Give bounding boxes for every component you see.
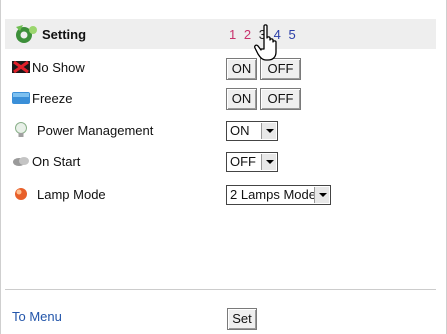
row-on-start: On Start — [12, 151, 432, 173]
row-no-show: No Show — [12, 57, 432, 79]
on-start-icon — [13, 157, 29, 166]
lamp-mode-value: 2 Lamps Mode — [230, 187, 316, 202]
gear-icon — [16, 25, 37, 43]
set-button[interactable]: Set — [227, 308, 257, 330]
freeze-label: Freeze — [32, 91, 73, 106]
row-power-management: Power Management — [12, 120, 432, 142]
page-link-1[interactable]: 1 — [229, 27, 236, 42]
settings-panel: Setting 1 2 3 4 5 No Show ON OFF Freeze … — [0, 0, 447, 334]
row-lamp-mode: Lamp Mode — [12, 184, 432, 206]
row-freeze: Freeze — [12, 88, 432, 110]
settings-header: Setting 1 2 3 4 5 — [5, 19, 436, 49]
on-start-select[interactable]: OFF — [226, 152, 278, 172]
no-show-label: No Show — [32, 60, 85, 75]
no-show-on-button[interactable]: ON — [226, 58, 257, 80]
hand-cursor-icon — [254, 24, 277, 61]
chevron-down-icon — [314, 187, 329, 203]
power-management-select[interactable]: ON — [226, 121, 278, 141]
page-link-5[interactable]: 5 — [288, 27, 295, 42]
lamp-mode-label: Lamp Mode — [37, 187, 106, 202]
freeze-off-button[interactable]: OFF — [260, 88, 301, 110]
lamp-mode-select[interactable]: 2 Lamps Mode — [226, 185, 331, 205]
page-title: Setting — [42, 27, 87, 42]
footer-divider — [5, 289, 436, 290]
on-start-value: OFF — [230, 154, 256, 169]
freeze-on-button[interactable]: ON — [226, 88, 257, 110]
lightbulb-icon — [15, 122, 27, 137]
lamp-icon — [15, 188, 27, 200]
power-management-label: Power Management — [37, 123, 154, 138]
on-start-label: On Start — [32, 154, 81, 169]
chevron-down-icon — [261, 123, 276, 139]
chevron-down-icon — [261, 154, 276, 170]
power-management-value: ON — [230, 123, 250, 138]
page-link-2[interactable]: 2 — [244, 27, 251, 42]
no-show-icon — [12, 60, 30, 74]
to-menu-link[interactable]: To Menu — [12, 309, 62, 324]
freeze-icon — [12, 92, 30, 104]
